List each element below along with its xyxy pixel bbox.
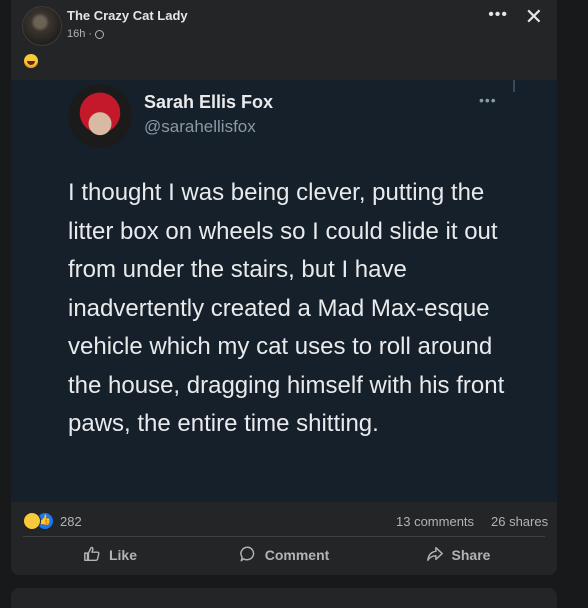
comment-icon [239, 545, 257, 566]
tweet-author-avatar [68, 84, 132, 148]
like-label: Like [108, 547, 137, 563]
haha-reaction-icon[interactable] [23, 512, 41, 530]
thumbs-up-icon [83, 545, 101, 566]
post-actions: Like Comment Share [23, 536, 545, 573]
page-name-link[interactable]: The Crazy Cat Lady [67, 8, 188, 23]
share-button[interactable]: Share [371, 537, 545, 573]
globe-icon [95, 29, 105, 39]
post-stats: 👍 282 13 comments 26 shares [11, 506, 557, 536]
page-avatar[interactable] [22, 6, 62, 46]
share-arrow-icon [426, 545, 444, 566]
post-header: The Crazy Cat Lady 16h · ••• ✕ [11, 0, 557, 80]
tweet-text: I thought I was being clever, putting th… [68, 179, 505, 437]
post-card: The Crazy Cat Lady 16h · ••• ✕ Sarah Ell… [11, 0, 557, 575]
laughing-emoji-icon [24, 54, 38, 68]
comments-count[interactable]: 13 comments [396, 514, 474, 529]
tweet-author-name: Sarah Ellis Fox [144, 92, 274, 112]
shares-count[interactable]: 26 shares [491, 514, 548, 529]
tweet-screenshot[interactable]: Sarah Ellis Fox @sarahellisfox ••• I tho… [11, 80, 557, 502]
comment-button[interactable]: Comment [197, 537, 371, 573]
comment-label: Comment [264, 547, 330, 563]
share-label: Share [451, 547, 491, 563]
like-button[interactable]: Like [23, 537, 197, 573]
tweet-more-icon: ••• [479, 92, 497, 108]
reaction-count[interactable]: 282 [60, 514, 82, 529]
post-more-button[interactable]: ••• [488, 6, 508, 24]
next-post-card [11, 588, 557, 608]
tweet-author-handle: @sarahellisfox [144, 117, 256, 136]
close-button[interactable]: ✕ [525, 6, 543, 28]
post-time[interactable]: 16h [67, 28, 85, 40]
tweet-divider [513, 80, 515, 92]
post-meta: 16h · [67, 28, 105, 40]
